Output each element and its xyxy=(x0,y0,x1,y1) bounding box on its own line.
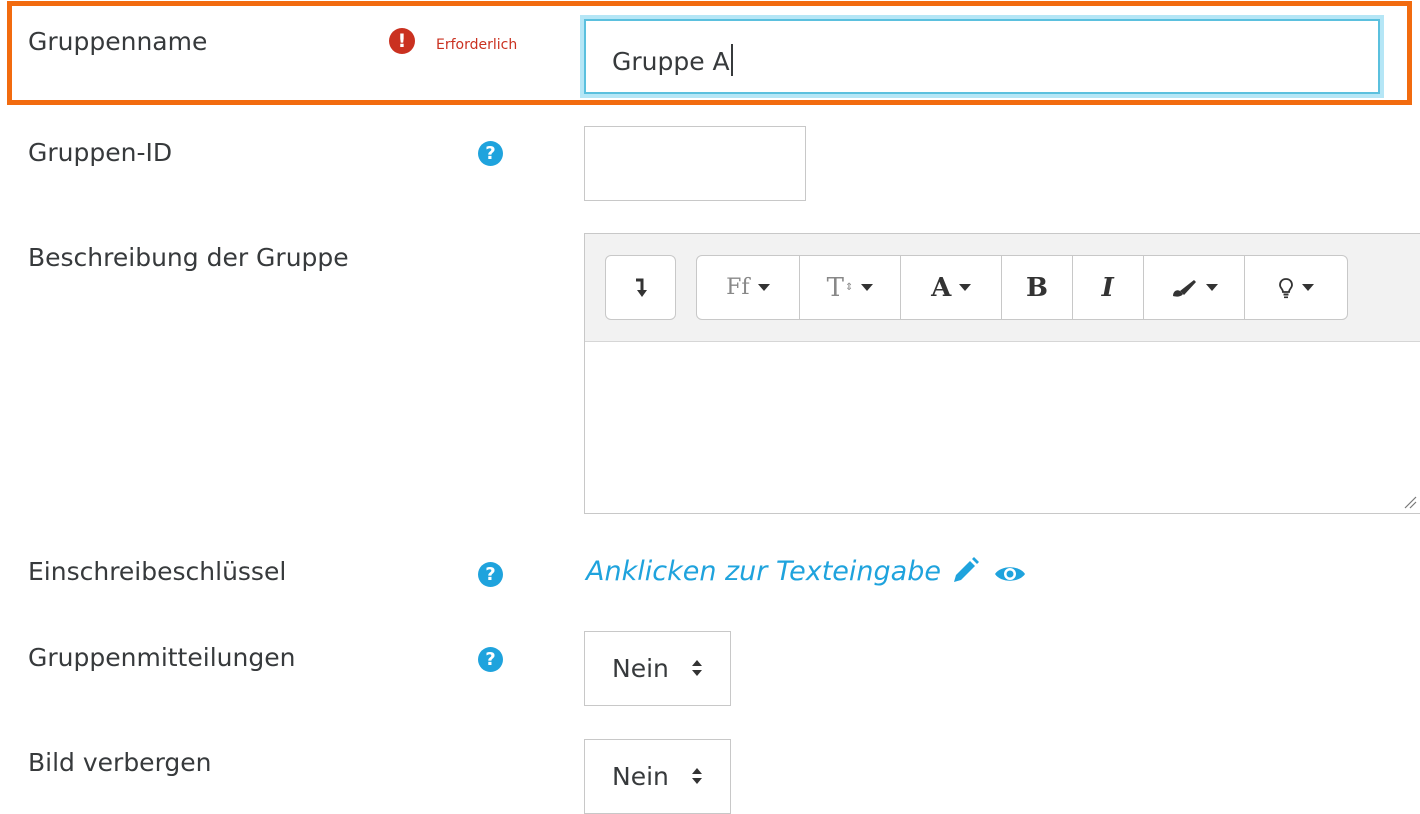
enrolment-key-edit-link[interactable]: Anklicken zur Texteingabe xyxy=(586,556,980,587)
group-messaging-label: Gruppenmitteilungen xyxy=(28,643,296,672)
chevron-down-icon xyxy=(757,284,770,291)
group-id-input[interactable] xyxy=(584,126,806,201)
group-id-label: Gruppen-ID xyxy=(28,138,173,167)
sort-arrows-icon xyxy=(692,660,702,676)
group-name-value: Gruppe A xyxy=(612,47,730,76)
accessibility-tips-button[interactable] xyxy=(1245,256,1347,319)
font-size-arrows-icon: ⇕ xyxy=(845,282,854,293)
paintbrush-icon xyxy=(1172,279,1196,297)
hide-picture-value: Nein xyxy=(612,762,669,791)
font-color-icon: A xyxy=(931,272,952,303)
group-messaging-help-icon[interactable]: ? xyxy=(478,647,503,672)
style-brush-button[interactable] xyxy=(1144,256,1246,319)
toolbar-group-format: Ff T ⇕ A B I xyxy=(696,255,1348,320)
group-name-label: Gruppenname xyxy=(28,27,208,56)
enrolment-key-label: Einschreibeschlüssel xyxy=(28,557,287,586)
description-label: Beschreibung der Gruppe xyxy=(28,243,349,272)
editor-toolbar: Ff T ⇕ A B I xyxy=(585,234,1420,342)
lightbulb-icon xyxy=(1279,277,1294,298)
sort-arrows-icon xyxy=(692,768,702,784)
text-caret xyxy=(730,44,733,76)
group-messaging-select[interactable]: Nein xyxy=(584,631,731,706)
required-text: Erforderlich xyxy=(436,37,518,53)
font-family-icon: Ff xyxy=(726,275,750,300)
italic-button[interactable]: I xyxy=(1073,256,1144,319)
font-size-button[interactable]: T ⇕ xyxy=(800,256,902,319)
font-size-icon: T xyxy=(826,272,844,303)
chevron-down-icon xyxy=(861,284,874,291)
font-family-button[interactable]: Ff xyxy=(697,256,800,319)
arrow-turn-down-icon xyxy=(635,278,647,297)
hide-picture-select[interactable]: Nein xyxy=(584,739,731,814)
chevron-down-icon xyxy=(959,284,972,291)
required-icon: ! xyxy=(389,28,415,54)
resize-handle-icon[interactable] xyxy=(1403,495,1417,509)
bold-icon: B xyxy=(1025,272,1048,303)
group-name-input[interactable]: Gruppe A xyxy=(580,15,1384,98)
enrolment-key-link-text: Anklicken zur Texteingabe xyxy=(586,556,941,587)
hide-picture-label: Bild verbergen xyxy=(28,748,212,777)
group-id-help-icon[interactable]: ? xyxy=(478,141,503,166)
enrolment-key-help-icon[interactable]: ? xyxy=(478,562,503,587)
toolbar-group-expand xyxy=(605,255,676,320)
italic-icon: I xyxy=(1101,272,1114,303)
chevron-down-icon xyxy=(1205,284,1218,291)
bold-button[interactable]: B xyxy=(1002,256,1073,319)
toolbar-expand-button[interactable] xyxy=(606,256,675,319)
eye-icon[interactable] xyxy=(993,563,1027,585)
description-content-area[interactable] xyxy=(585,342,1420,513)
font-color-button[interactable]: A xyxy=(901,256,1003,319)
pencil-icon xyxy=(953,557,979,582)
chevron-down-icon xyxy=(1302,284,1315,291)
description-editor[interactable]: Ff T ⇕ A B I xyxy=(584,233,1420,514)
group-messaging-value: Nein xyxy=(612,654,669,683)
